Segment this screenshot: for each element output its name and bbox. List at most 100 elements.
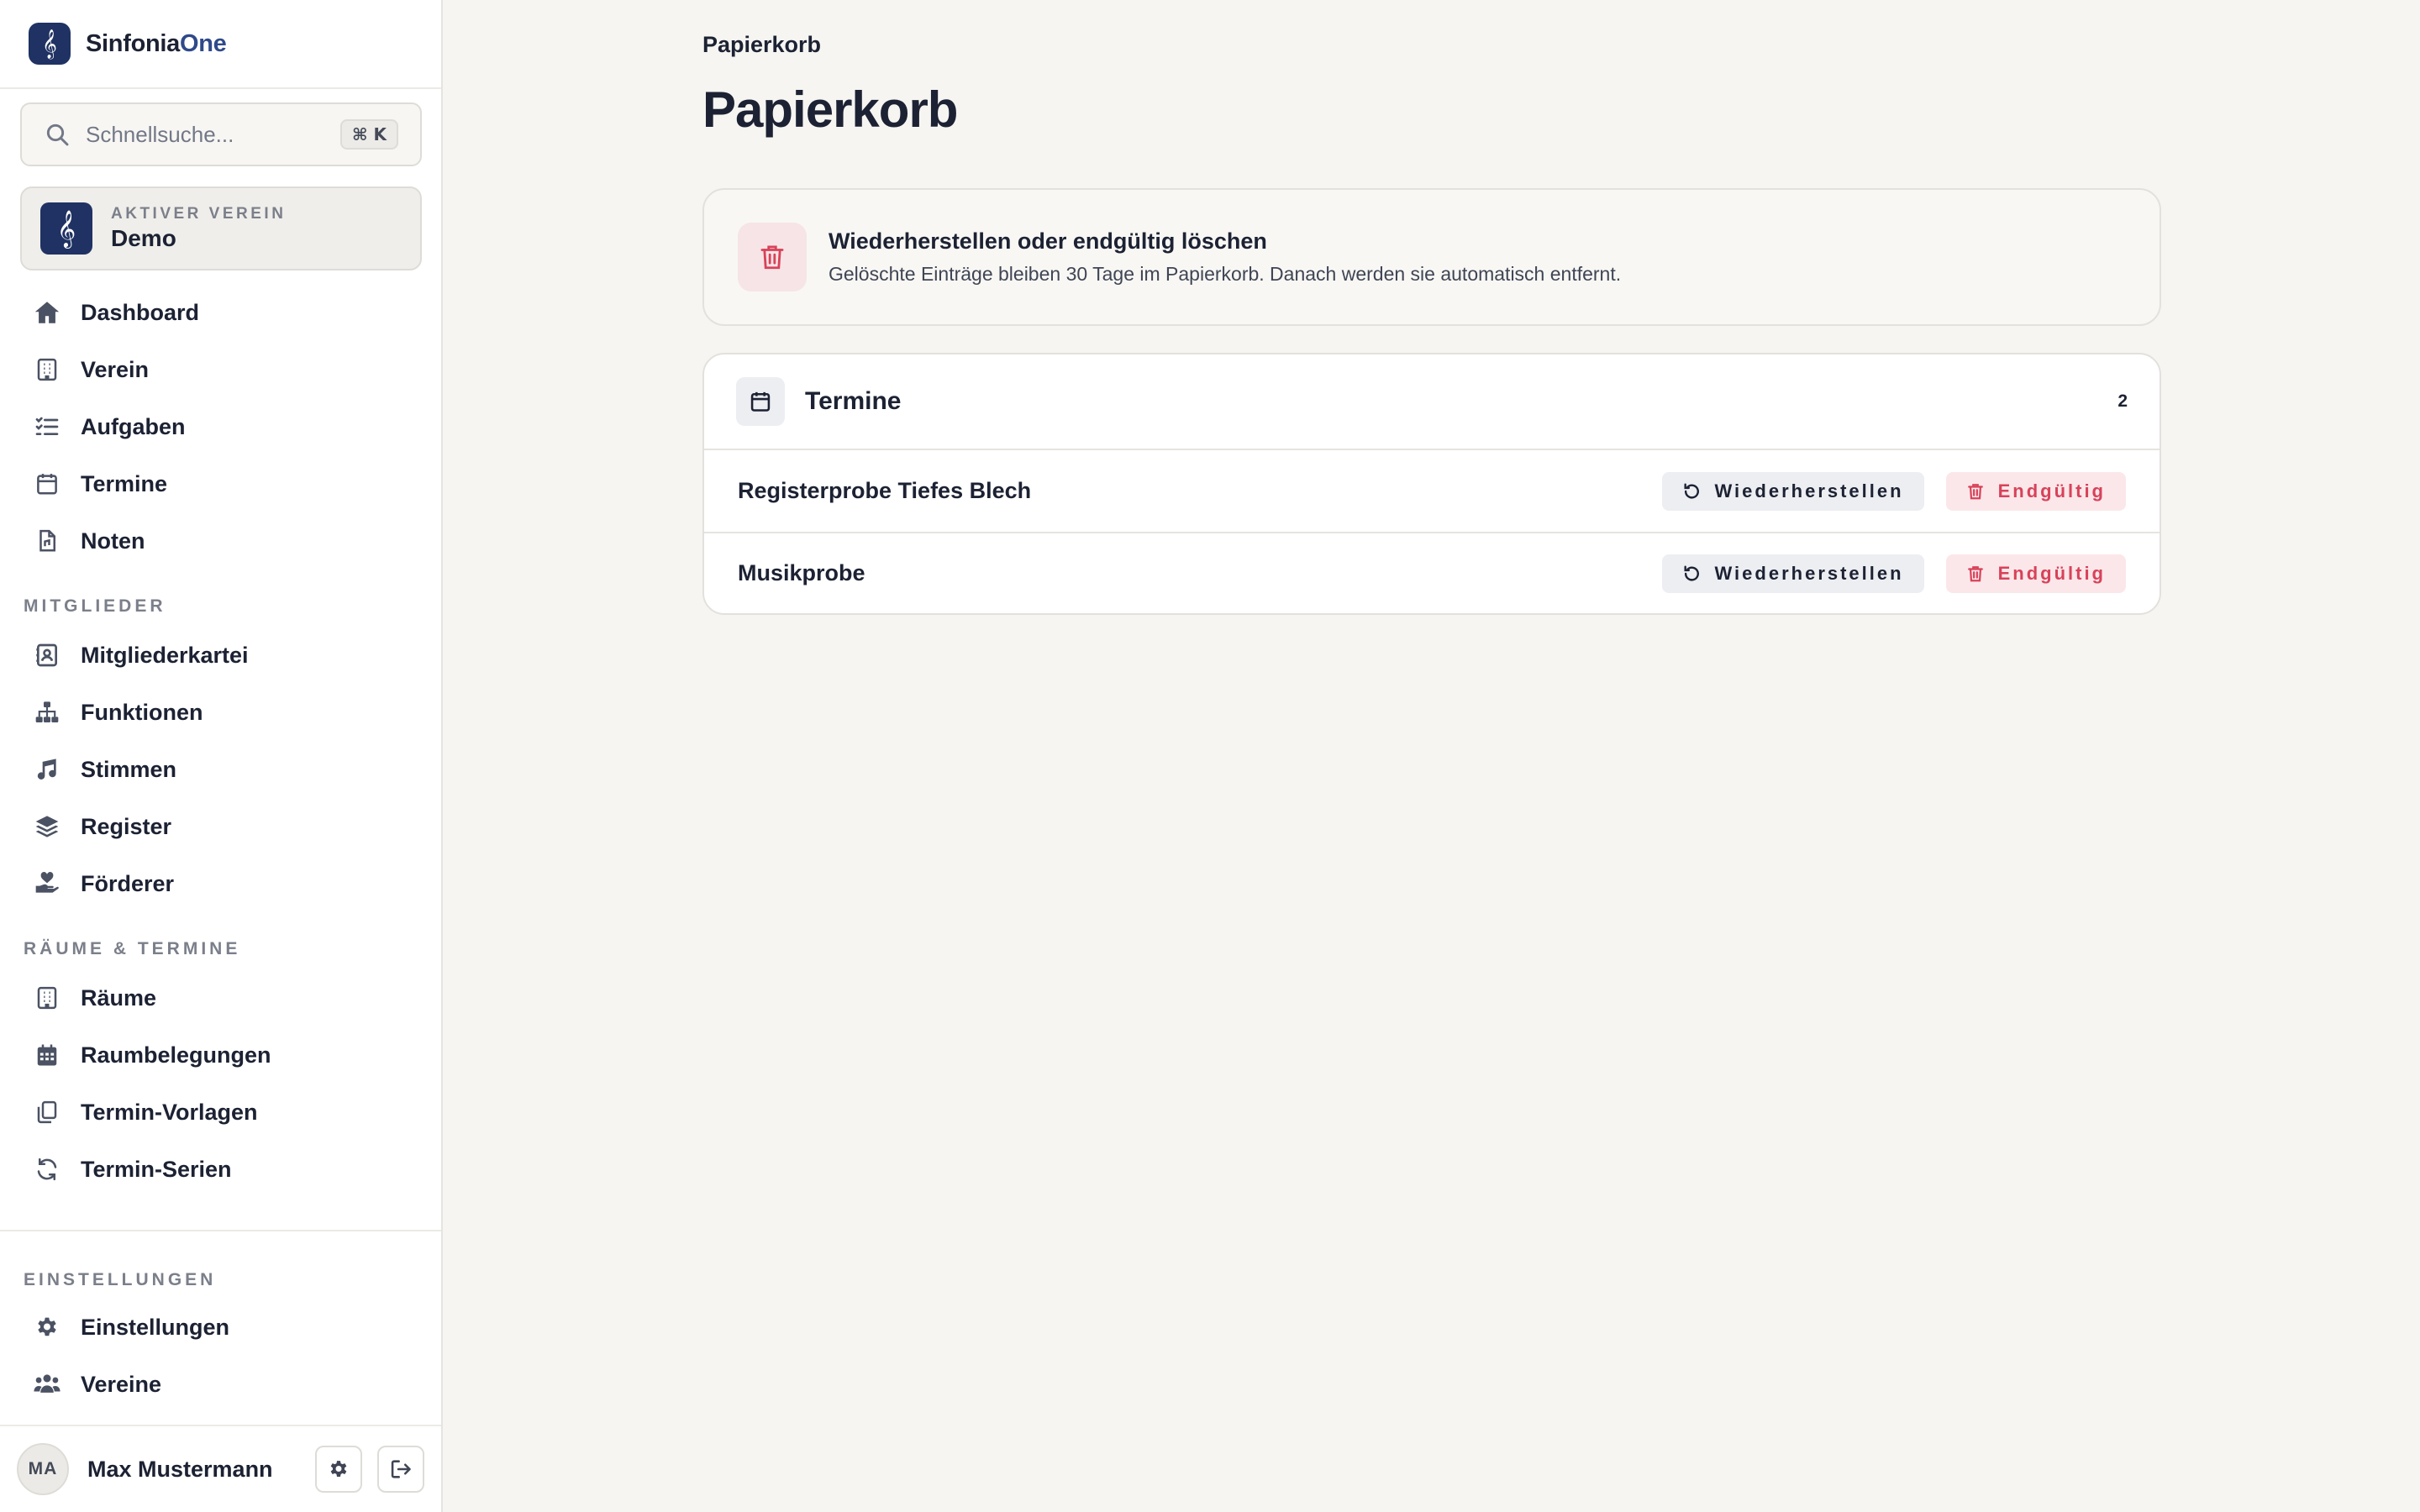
sidebar-item-label: Funktionen (81, 699, 203, 725)
brand-name-main: Sinfonia (86, 29, 180, 57)
calendar-icon (32, 469, 62, 499)
trash-icon (738, 223, 807, 291)
undo-icon (1684, 565, 1700, 581)
breadcrumb: Papierkorb (702, 32, 822, 57)
org-chart-icon (32, 697, 62, 727)
delete-permanently-button[interactable]: Endgültig (1945, 554, 2126, 593)
restore-button[interactable]: Wiederherstellen (1662, 471, 1924, 511)
gear-icon (32, 1312, 62, 1342)
avatar[interactable]: MA (17, 1443, 69, 1495)
info-banner: Wiederherstellen oder endgültig löschen … (702, 188, 2161, 326)
sidebar-item-label: Förderer (81, 870, 175, 896)
users-icon (32, 1369, 62, 1399)
gear-icon (330, 1461, 347, 1477)
sidebar-item-termine[interactable]: Termine (20, 457, 422, 511)
delete-label: Endgültig (1997, 480, 2106, 501)
active-club-name: Demo (111, 225, 176, 251)
brand-logo: 𝄞 (29, 23, 71, 65)
search-icon (46, 123, 69, 146)
sidebar-item-label: Einstellungen (81, 1314, 230, 1340)
trash-group-header: Termine 2 (704, 354, 2160, 450)
info-subtitle: Gelöschte Einträge bleiben 30 Tage im Pa… (829, 263, 1622, 285)
list-item: Musikprobe Wiederherstellen Endgültig (704, 532, 2160, 613)
brand-name-accent: One (180, 29, 227, 57)
sidebar-item-foerderer[interactable]: Förderer (20, 857, 422, 911)
sidebar-item-einstellungen[interactable]: Einstellungen (20, 1300, 422, 1354)
sidebar-item-mitgliederkartei[interactable]: Mitgliederkartei (20, 628, 422, 682)
sidebar-item-label: Räume (81, 984, 157, 1011)
copy-icon (32, 1097, 62, 1127)
sidebar-item-dashboard[interactable]: Dashboard (20, 286, 422, 339)
sidebar-item-label: Vereine (81, 1371, 162, 1397)
restore-label: Wiederherstellen (1714, 480, 1904, 501)
user-footer: MA Max Mustermann (0, 1426, 441, 1512)
trash-item-title: Registerprobe Tiefes Blech (738, 478, 1032, 503)
sidebar-item-label: Termin-Serien (81, 1156, 232, 1182)
sidebar-item-noten[interactable]: Noten (20, 514, 422, 568)
sidebar-item-label: Dashboard (81, 299, 200, 325)
calendar-grid-icon (32, 1040, 62, 1070)
logout-button[interactable] (377, 1446, 424, 1493)
club-logo: 𝄞 (40, 202, 92, 255)
sidebar-item-label: Mitgliederkartei (81, 642, 249, 668)
undo-icon (1684, 483, 1700, 499)
layers-icon (32, 811, 62, 842)
sidebar-item-vereine[interactable]: Vereine (20, 1357, 422, 1411)
trash-item-title: Musikprobe (738, 560, 865, 585)
trash-icon (1967, 483, 1983, 499)
sidebar-item-raeume[interactable]: Räume (20, 971, 422, 1025)
sidebar-item-raumbelegungen[interactable]: Raumbelegungen (20, 1028, 422, 1082)
sidebar-item-termin-serien[interactable]: Termin-Serien (20, 1142, 422, 1196)
restore-label: Wiederherstellen (1714, 562, 1904, 584)
sidebar-item-termin-vorlagen[interactable]: Termin-Vorlagen (20, 1085, 422, 1139)
user-settings-button[interactable] (315, 1446, 362, 1493)
sidebar-item-label: Verein (81, 356, 150, 382)
sidebar-item-stimmen[interactable]: Stimmen (20, 743, 422, 796)
logout-icon (391, 1460, 411, 1478)
sidebar-item-funktionen[interactable]: Funktionen (20, 685, 422, 739)
home-icon (32, 297, 62, 328)
trash-group-title: Termine (805, 387, 902, 415)
info-title: Wiederherstellen oder endgültig löschen (829, 228, 1267, 254)
refresh-icon (32, 1154, 62, 1184)
restore-button[interactable]: Wiederherstellen (1662, 554, 1924, 593)
nav-section-raeume-termine: RÄUME & TERMINE (24, 939, 241, 958)
sidebar-item-label: Stimmen (81, 756, 177, 782)
brand-name: SinfoniaOne (86, 30, 227, 58)
delete-permanently-button[interactable]: Endgültig (1945, 471, 2126, 511)
building-icon (32, 983, 62, 1013)
sidebar-item-label: Register (81, 813, 172, 839)
search-placeholder: Schnellsuche... (86, 121, 234, 147)
sidebar-item-label: Termine (81, 470, 168, 496)
music-note-icon (32, 754, 62, 785)
search-shortcut: ⌘ K (339, 119, 398, 150)
sidebar-item-label: Aufgaben (81, 413, 186, 439)
delete-label: Endgültig (1997, 562, 2106, 584)
sidebar-item-register[interactable]: Register (20, 800, 422, 853)
list-item: Registerprobe Tiefes Blech Wiederherstel… (704, 450, 2160, 532)
nav-section-einstellungen: EINSTELLUNGEN (24, 1270, 217, 1289)
sidebar-item-verein[interactable]: Verein (20, 343, 422, 396)
trash-group-termine: Termine 2 Registerprobe Tiefes Blech Wie… (702, 353, 2161, 615)
sidebar: 𝄞 SinfoniaOne Schnellsuche... ⌘ K 𝄞 AKTI… (0, 0, 443, 1512)
sidebar-item-label: Termin-Vorlagen (81, 1099, 258, 1125)
quick-search-input[interactable]: Schnellsuche... ⌘ K (20, 102, 422, 166)
sidebar-item-label: Noten (81, 528, 145, 554)
sidebar-divider (0, 1230, 441, 1231)
nav-section-mitglieder: MITGLIEDER (24, 596, 166, 616)
contact-card-icon (32, 640, 62, 670)
task-list-icon (32, 412, 62, 442)
user-name: Max Mustermann (87, 1456, 273, 1482)
hand-heart-icon (32, 869, 62, 899)
active-club-label: AKTIVER VEREIN (111, 205, 287, 223)
sidebar-item-aufgaben[interactable]: Aufgaben (20, 400, 422, 454)
sheet-music-file-icon (32, 526, 62, 556)
trash-icon (1967, 565, 1983, 581)
brand-header[interactable]: 𝄞 SinfoniaOne (0, 0, 441, 89)
trash-group-count: 2 (2118, 391, 2128, 411)
building-icon (32, 354, 62, 385)
page-title: Papierkorb (702, 81, 958, 138)
calendar-icon (736, 377, 785, 426)
sidebar-item-label: Raumbelegungen (81, 1042, 271, 1068)
active-club-switcher[interactable]: 𝄞 AKTIVER VEREIN Demo (20, 186, 422, 270)
